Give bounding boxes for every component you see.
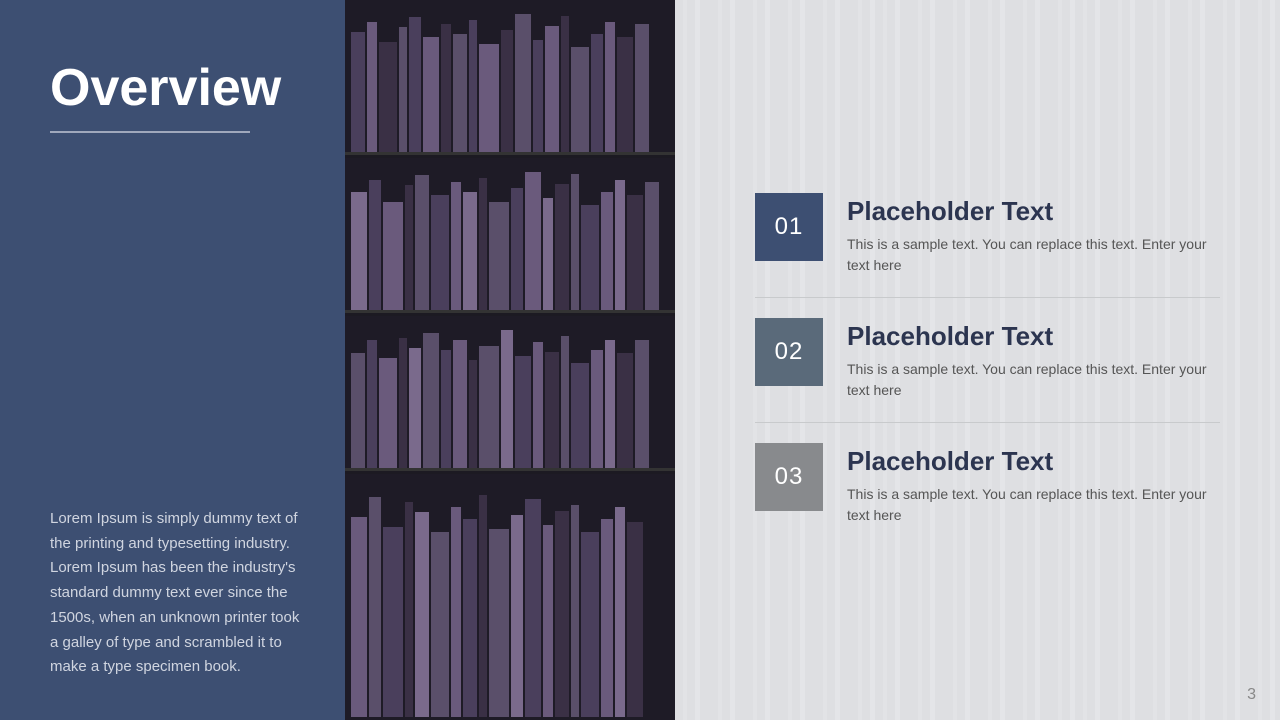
item-number-3: 03	[775, 463, 804, 491]
item-number-box-1: 01	[755, 193, 823, 261]
item-desc-1: This is a sample text. You can replace t…	[847, 234, 1220, 277]
divider-1	[755, 297, 1220, 298]
item-title-3: Placeholder Text	[847, 447, 1220, 476]
slide-title: Overview	[50, 60, 305, 117]
item-row-2: 02 Placeholder Text This is a sample tex…	[755, 310, 1220, 410]
slide: Overview Lorem Ipsum is simply dummy tex…	[0, 0, 1280, 720]
item-number-1: 01	[775, 213, 804, 241]
item-desc-3: This is a sample text. You can replace t…	[847, 484, 1220, 527]
bookshelf-visual	[345, 0, 675, 720]
title-section: Overview	[50, 60, 305, 133]
item-row-3: 03 Placeholder Text This is a sample tex…	[755, 435, 1220, 535]
title-underline	[50, 131, 250, 133]
divider-2	[755, 422, 1220, 423]
item-desc-2: This is a sample text. You can replace t…	[847, 359, 1220, 402]
item-number-box-3: 03	[755, 443, 823, 511]
left-panel: Overview Lorem Ipsum is simply dummy tex…	[0, 0, 345, 720]
item-title-2: Placeholder Text	[847, 322, 1220, 351]
item-content-2: Placeholder Text This is a sample text. …	[847, 318, 1220, 402]
item-content-1: Placeholder Text This is a sample text. …	[847, 193, 1220, 277]
right-panel: 01 Placeholder Text This is a sample tex…	[675, 0, 1280, 720]
item-row-1: 01 Placeholder Text This is a sample tex…	[755, 185, 1220, 285]
page-number: 3	[1247, 686, 1256, 704]
item-number-2: 02	[775, 338, 804, 366]
body-text: Lorem Ipsum is simply dummy text of the …	[50, 507, 305, 680]
item-number-box-2: 02	[755, 318, 823, 386]
item-content-3: Placeholder Text This is a sample text. …	[847, 443, 1220, 527]
item-title-1: Placeholder Text	[847, 197, 1220, 226]
center-image	[345, 0, 675, 720]
